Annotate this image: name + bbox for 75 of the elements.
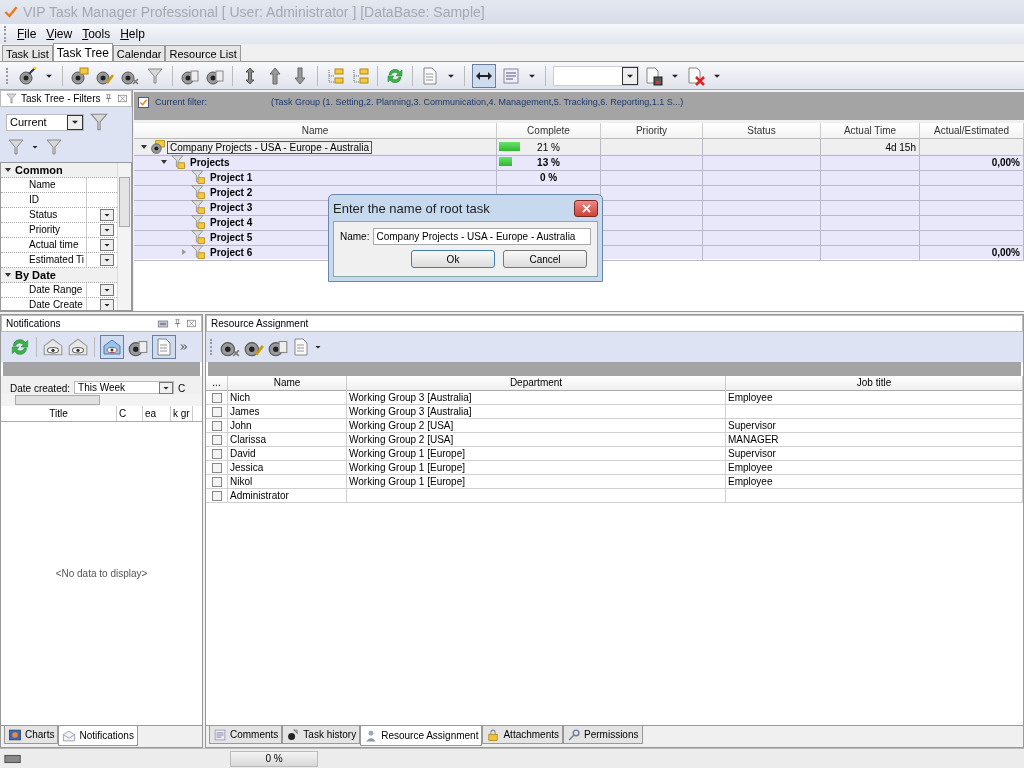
column-header[interactable]: k gr (171, 406, 193, 421)
empty-message: <No data to display> (55, 568, 148, 579)
menu-item[interactable]: Help (116, 27, 149, 41)
table-cell: Nich (228, 391, 347, 405)
tab[interactable]: Task List (2, 45, 53, 61)
menu-item[interactable]: File (13, 27, 41, 41)
tab[interactable]: Permissions (563, 726, 643, 744)
table-cell: Working Group 2 [USA] (347, 433, 726, 447)
column-header[interactable]: C (117, 406, 143, 421)
column-header[interactable]: Department (347, 376, 726, 391)
task-name: Project 6 (209, 246, 254, 258)
table-cell: Employee (726, 461, 1023, 475)
table-cell: Working Group 3 [Australia] (347, 391, 726, 405)
task-name: Project 2 (209, 186, 254, 198)
tab[interactable]: Resource Assignment (360, 726, 483, 746)
filter-label: Current filter: (155, 97, 208, 107)
column-header[interactable]: Name (228, 376, 347, 391)
table-cell: Working Group 1 [Europe] (347, 447, 726, 461)
table-cell: Administrator (228, 489, 347, 503)
table-cell: David (228, 447, 347, 461)
table-cell: Clarissa (228, 433, 347, 447)
table-cell: MANAGER (726, 433, 1023, 447)
dialog-button[interactable]: Ok (411, 250, 495, 268)
name-input[interactable]: Company Projects - USA - Europe - Australia (373, 228, 591, 245)
tab[interactable]: Notifications (58, 726, 138, 746)
table-cell: John (228, 419, 347, 433)
tab[interactable]: Task history (282, 726, 361, 744)
window-title: VIP Task Manager Professional [ User: Administrator ] [DataBase: Sample] (23, 4, 485, 20)
tab[interactable]: Charts (4, 726, 59, 744)
table-cell: Supervisor (726, 419, 1023, 433)
tab[interactable]: Task Tree (52, 43, 113, 61)
task-name: Project 3 (209, 201, 254, 213)
table-cell: 0,00% (920, 244, 1024, 261)
column-header[interactable]: ... (206, 376, 228, 391)
menu-item[interactable]: View (42, 27, 77, 41)
complete-value: 13 % (537, 156, 560, 168)
complete-value: 21 % (537, 141, 560, 153)
group-label: Common (15, 164, 63, 176)
column-header[interactable]: ea (143, 406, 171, 421)
column-header[interactable]: Job title (726, 376, 1023, 391)
table-cell: Working Group 2 [USA] (347, 419, 726, 433)
task-name: Projects (189, 156, 231, 168)
table-cell: Working Group 3 [Australia] (347, 405, 726, 419)
name-label: Name: (340, 231, 370, 242)
task-name: Project 1 (209, 171, 254, 183)
table-cell: Working Group 1 [Europe] (347, 475, 726, 489)
table-cell: Employee (726, 391, 1023, 405)
column-header[interactable]: Title (1, 406, 117, 421)
panel-title: Resource Assignment (211, 318, 310, 329)
date-combo[interactable]: This Week (74, 381, 175, 394)
table-cell: Employee (726, 475, 1023, 489)
table-cell: Supervisor (726, 447, 1023, 461)
filter-text: (Task Group (1. Setting,2. Planning,3. Communication,4. Management,5. Tracking,6. Reporting,1.1 S...) (271, 97, 684, 107)
tab[interactable]: Comments (209, 726, 283, 744)
table-cell: Working Group 1 [Europe] (347, 461, 726, 475)
task-name: Project 5 (209, 231, 254, 243)
panel-title: Task Tree - Filters (21, 93, 101, 104)
dialog-title: Enter the name of root task (333, 200, 490, 216)
tab[interactable]: Resource List (165, 45, 241, 61)
tab[interactable]: Calendar (112, 45, 166, 61)
progress-bar: 0 % (230, 750, 318, 767)
filter-combo[interactable]: Current (6, 113, 84, 131)
table-cell: James (228, 405, 347, 419)
task-name: Project 4 (209, 216, 254, 228)
task-name: Company Projects - USA - Europe - Australia (168, 141, 371, 153)
panel-title: Notifications (6, 318, 62, 329)
menu-item[interactable]: Tools (78, 27, 115, 41)
complete-value: 0 % (539, 171, 558, 183)
dialog-button[interactable]: Cancel (503, 250, 587, 268)
date-label: Date created: (10, 383, 71, 394)
table-cell: Jessica (228, 461, 347, 475)
table-cell: Nikol (228, 475, 347, 489)
group-label: By Date (15, 269, 56, 281)
tab[interactable]: Attachments (482, 726, 564, 744)
label: C (178, 383, 186, 394)
